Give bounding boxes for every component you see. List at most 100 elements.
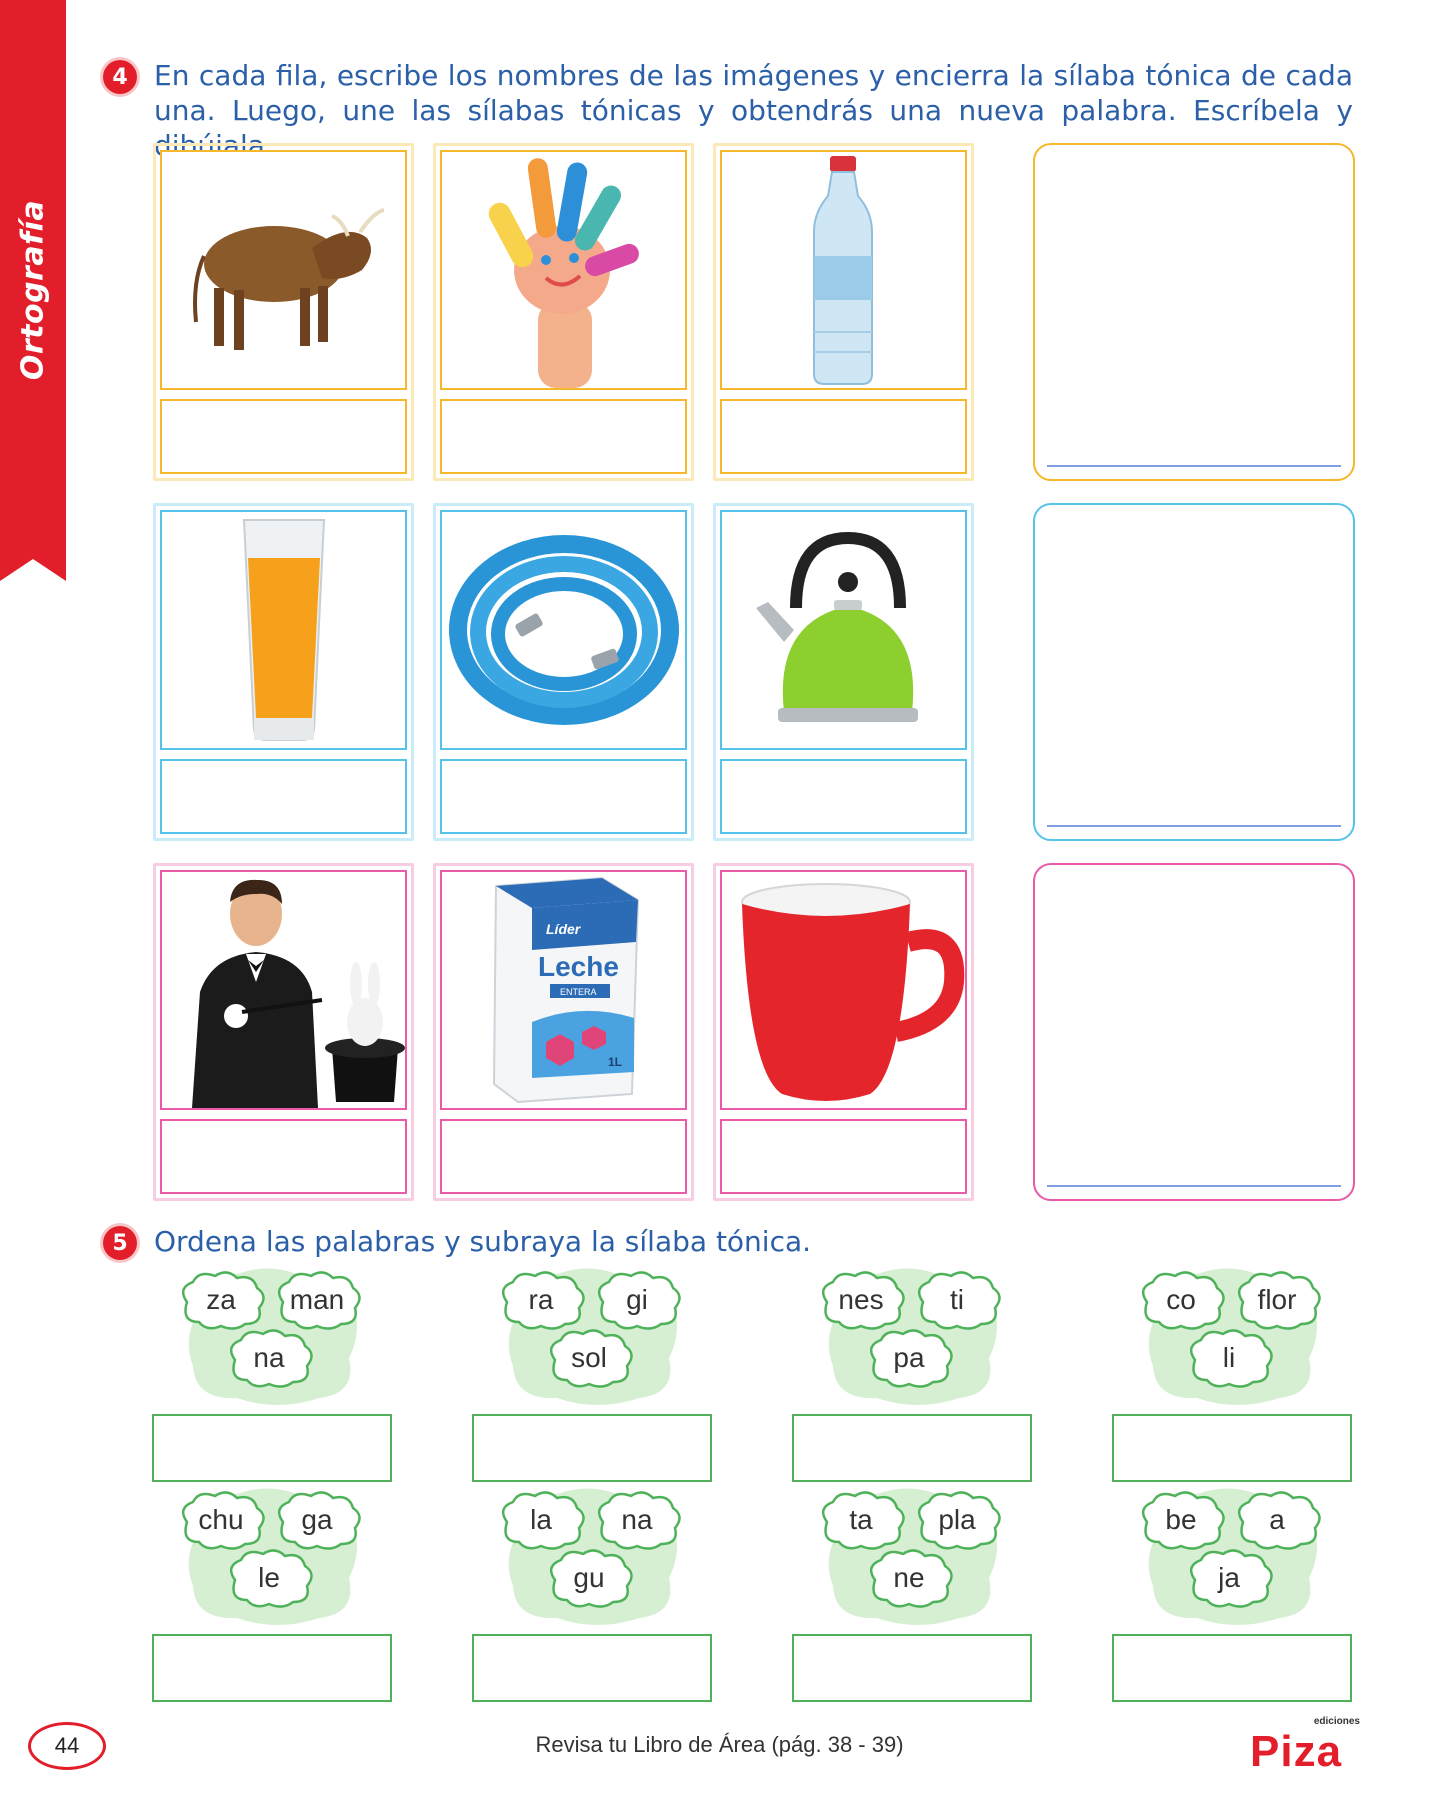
ordered-word-field[interactable]: [1112, 1634, 1352, 1702]
carton-variant: ENTERA: [560, 987, 597, 997]
syllable-cloud: ga: [269, 1488, 365, 1552]
syllable-text: ra: [528, 1284, 554, 1315]
logo-subtitle: ediciones: [1313, 1716, 1360, 1727]
syllable-cloud: li: [1181, 1326, 1277, 1390]
painted-hand-icon: [440, 150, 687, 390]
carton-size: 1L: [608, 1055, 622, 1069]
syllable-text: ne: [893, 1562, 925, 1593]
syllable-text: pa: [893, 1342, 925, 1373]
syllable-cloud-group: chu ga le: [165, 1486, 375, 1631]
bull-icon: [160, 150, 407, 390]
new-word-line[interactable]: [1047, 825, 1341, 827]
answer-field[interactable]: [160, 759, 407, 834]
syllable-text: ta: [849, 1504, 873, 1535]
syllable-cloud: na: [221, 1326, 317, 1390]
syllable-cloud: gu: [541, 1546, 637, 1610]
syllable-text: chu: [198, 1504, 244, 1535]
exercise-5-header: 5 Ordena las palabras y subraya la sílab…: [103, 1224, 1003, 1260]
drawing-box[interactable]: [1033, 503, 1355, 841]
syllable-cloud: la: [493, 1488, 589, 1552]
syllable-text: ja: [1218, 1562, 1240, 1593]
syllable-cloud: co: [1133, 1268, 1229, 1332]
picture-card: [713, 863, 974, 1201]
answer-field[interactable]: [160, 399, 407, 474]
milk-carton-icon: Líder Leche ENTERA 1L: [440, 870, 687, 1110]
tab-notch: [0, 559, 66, 581]
ordered-word-field[interactable]: [472, 1414, 712, 1482]
answer-field[interactable]: [720, 399, 967, 474]
answer-field[interactable]: [440, 399, 687, 474]
carton-brand: Líder: [546, 921, 582, 937]
syllable-cloud: be: [1133, 1488, 1229, 1552]
syllable-text: a: [1269, 1504, 1285, 1535]
syllable-cloud: nes: [813, 1268, 909, 1332]
publisher-logo: ediciones Piza: [1250, 1712, 1360, 1774]
syllable-cloud-group: be a ja: [1125, 1486, 1335, 1631]
syllable-text: na: [621, 1504, 653, 1535]
answer-field[interactable]: [160, 1119, 407, 1194]
picture-card: [433, 143, 694, 481]
syllable-cloud: za: [173, 1268, 269, 1332]
picture-card: [153, 143, 414, 481]
juice-glass-icon: [160, 510, 407, 750]
syllable-text: gu: [573, 1562, 605, 1593]
syllable-cloud: ra: [493, 1268, 589, 1332]
ordered-word-field[interactable]: [472, 1634, 712, 1702]
picture-card: [433, 503, 694, 841]
syllable-text: ti: [950, 1284, 964, 1315]
syllable-cloud: flor: [1229, 1268, 1325, 1332]
section-tab: Ortografía: [0, 0, 66, 581]
syllable-cloud: ja: [1181, 1546, 1277, 1610]
syllable-text: na: [253, 1342, 285, 1373]
footer-reference: Revisa tu Libro de Área (pág. 38 - 39): [535, 1732, 904, 1757]
syllable-text: le: [258, 1562, 280, 1593]
syllable-cloud: le: [221, 1546, 317, 1610]
syllable-cloud: a: [1229, 1488, 1325, 1552]
syllable-text: gi: [626, 1284, 648, 1315]
exercise-5-instruction: Ordena las palabras y subraya la sílaba …: [154, 1225, 812, 1258]
syllable-text: flor: [1257, 1284, 1297, 1315]
ordered-word-field[interactable]: [152, 1634, 392, 1702]
ordered-word-field[interactable]: [152, 1414, 392, 1482]
picture-card: [153, 503, 414, 841]
ordered-word-field[interactable]: [1112, 1414, 1352, 1482]
drawing-box[interactable]: [1033, 863, 1355, 1201]
syllable-cloud: man: [269, 1268, 365, 1332]
drawing-box[interactable]: [1033, 143, 1355, 481]
syllable-cloud: pla: [909, 1488, 1005, 1552]
syllable-cloud: ti: [909, 1268, 1005, 1332]
syllable-cloud: gi: [589, 1268, 685, 1332]
answer-field[interactable]: [720, 1119, 967, 1194]
syllable-cloud-group: la na gu: [485, 1486, 695, 1631]
answer-field[interactable]: [440, 1119, 687, 1194]
syllable-text: be: [1165, 1504, 1197, 1535]
answer-field[interactable]: [720, 759, 967, 834]
hose-icon: [440, 510, 687, 750]
logo-brand: Piza: [1250, 1727, 1343, 1776]
syllable-cloud: na: [589, 1488, 685, 1552]
syllable-cloud: ta: [813, 1488, 909, 1552]
syllable-cloud: sol: [541, 1326, 637, 1390]
syllable-cloud-group: ra gi sol: [485, 1266, 695, 1411]
syllable-cloud: pa: [861, 1326, 957, 1390]
mug-icon: [720, 870, 967, 1110]
syllable-text: man: [289, 1284, 345, 1315]
syllable-text: pla: [938, 1504, 976, 1535]
exercise-5-number: 5: [103, 1226, 137, 1260]
new-word-line[interactable]: [1047, 1185, 1341, 1187]
ordered-word-field[interactable]: [792, 1634, 1032, 1702]
picture-card: Líder Leche ENTERA 1L: [433, 863, 694, 1201]
magician-icon: [160, 870, 407, 1110]
water-bottle-icon: [720, 150, 967, 390]
syllable-text: co: [1166, 1284, 1196, 1315]
syllable-cloud-group: co flor li: [1125, 1266, 1335, 1411]
answer-field[interactable]: [440, 759, 687, 834]
syllable-text: sol: [571, 1342, 607, 1373]
syllable-text: la: [530, 1504, 552, 1535]
syllable-cloud-group: nes ti pa: [805, 1266, 1015, 1411]
picture-card: [713, 143, 974, 481]
new-word-line[interactable]: [1047, 465, 1341, 467]
syllable-cloud-group: ta pla ne: [805, 1486, 1015, 1631]
ordered-word-field[interactable]: [792, 1414, 1032, 1482]
kettle-icon: [720, 510, 967, 750]
